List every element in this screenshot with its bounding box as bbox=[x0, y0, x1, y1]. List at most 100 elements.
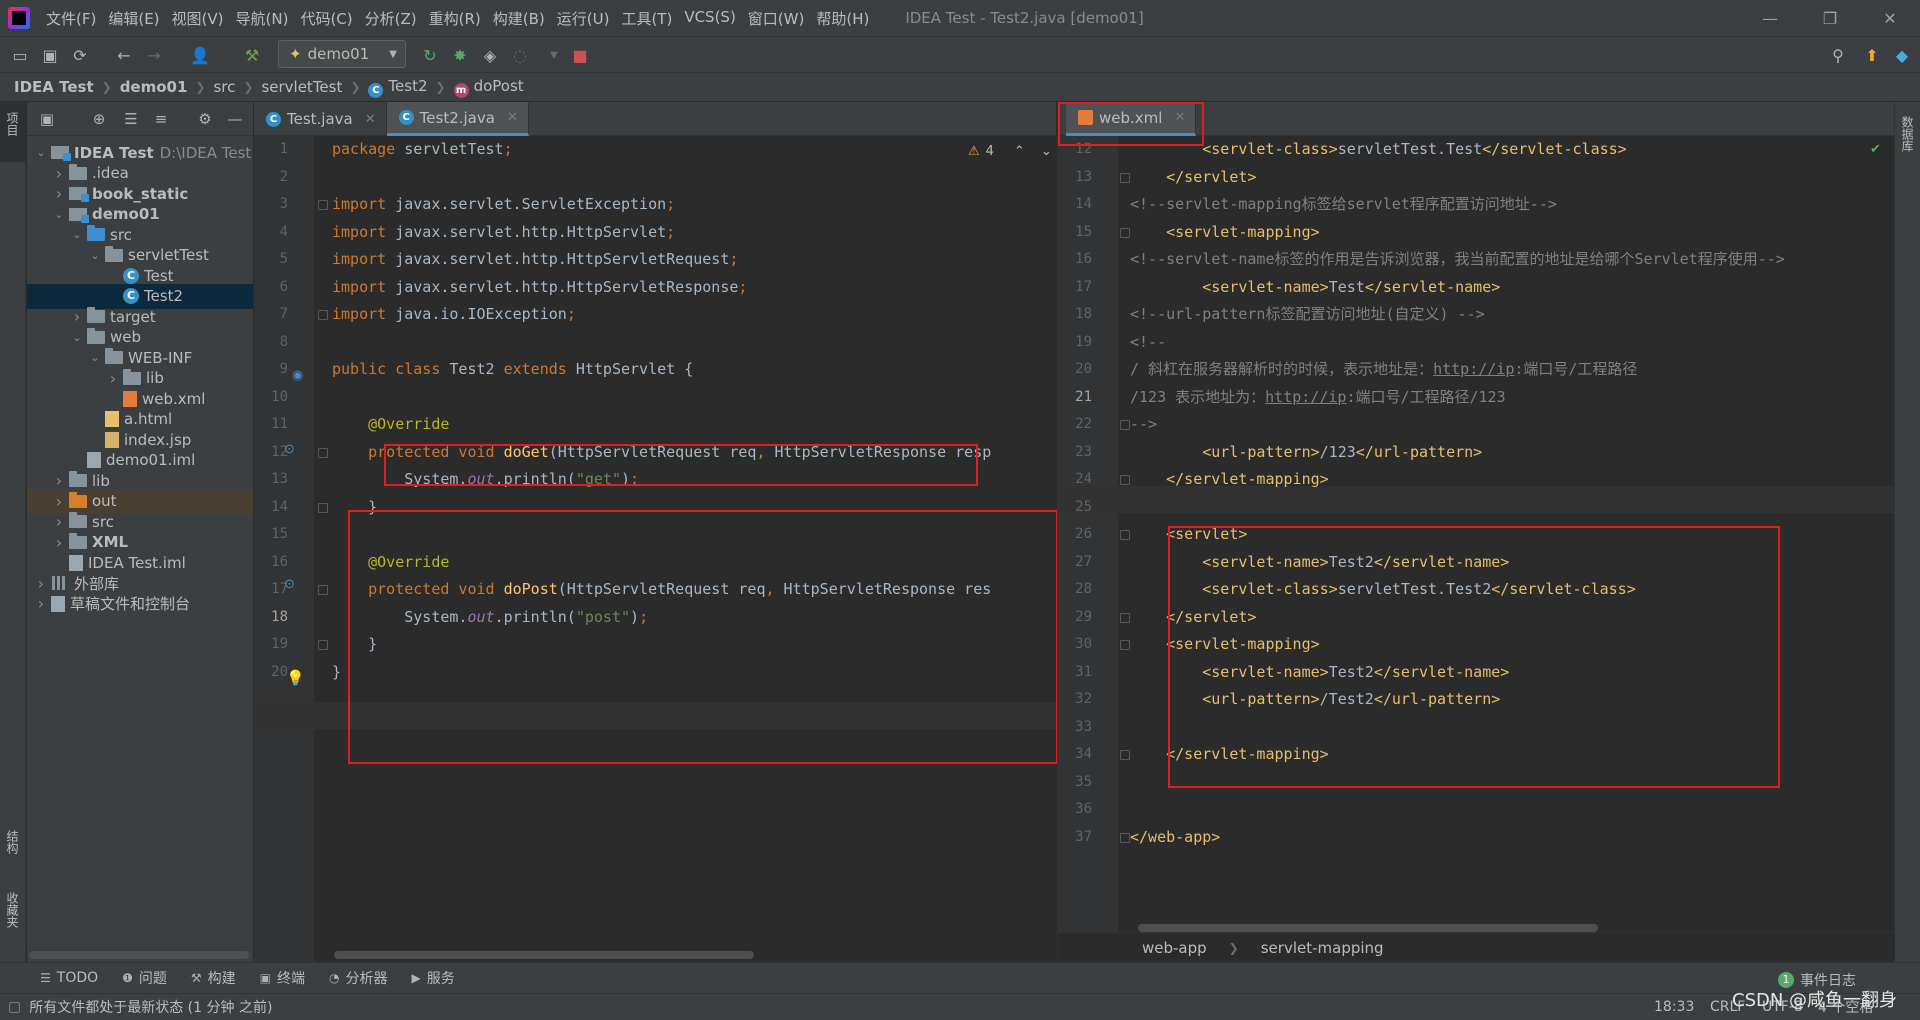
plugin-icon[interactable]: ◆ bbox=[1890, 43, 1914, 67]
collapsed-chevron-icon[interactable]: › bbox=[51, 184, 67, 203]
search-everywhere-icon[interactable]: ⚲ bbox=[1826, 43, 1850, 67]
menu-item[interactable]: 帮助(H) bbox=[810, 8, 875, 29]
fold-marker-icon[interactable] bbox=[1120, 227, 1130, 238]
coverage-icon[interactable]: ◈ bbox=[478, 43, 502, 67]
inspection-widget[interactable]: ⚠ 4 ⌃ ⌄ bbox=[968, 144, 1052, 159]
gear-icon[interactable]: ⚙ bbox=[195, 109, 215, 129]
collapsed-chevron-icon[interactable]: › bbox=[51, 492, 67, 511]
tree-scrollbar[interactable] bbox=[29, 951, 249, 959]
collapsed-chevron-icon[interactable]: › bbox=[33, 574, 49, 593]
menu-item[interactable]: 构建(B) bbox=[487, 8, 551, 29]
editor-tab[interactable]: C Test2.java ✕ bbox=[386, 102, 529, 136]
collapse-all-icon[interactable]: ≡ bbox=[151, 109, 171, 129]
close-icon[interactable]: ✕ bbox=[1860, 0, 1920, 36]
menu-item[interactable]: 工具(T) bbox=[615, 8, 678, 29]
sync-icon[interactable]: ⟳ bbox=[68, 43, 92, 67]
expanded-chevron-icon[interactable]: ⌄ bbox=[87, 351, 103, 364]
expanded-chevron-icon[interactable]: ⌄ bbox=[87, 249, 103, 262]
menu-item[interactable]: 窗口(W) bbox=[742, 8, 811, 29]
vcs-user-icon[interactable]: 👤 bbox=[188, 43, 212, 67]
rerun-icon[interactable]: ↻ bbox=[418, 43, 442, 67]
run-configuration-select[interactable]: ✦ demo01 ▼ bbox=[278, 40, 406, 68]
close-tab-icon[interactable]: ✕ bbox=[507, 110, 518, 125]
expanded-chevron-icon[interactable]: ⌄ bbox=[51, 208, 67, 221]
minimize-icon[interactable]: — bbox=[1740, 0, 1800, 36]
save-icon[interactable]: ▣ bbox=[38, 43, 62, 67]
fold-marker-icon[interactable] bbox=[1120, 612, 1130, 623]
project-tool-tab[interactable]: 项目 bbox=[0, 102, 25, 162]
profile-icon[interactable]: ◌ bbox=[508, 43, 532, 67]
fold-marker-icon[interactable] bbox=[318, 200, 328, 210]
bottom-tool-4[interactable]: ◔ 分析器 bbox=[317, 968, 399, 988]
web-servlet-gutter-icon[interactable]: ◉ bbox=[292, 368, 303, 383]
menu-item[interactable]: 分析(Z) bbox=[359, 8, 423, 29]
breadcrumb-item[interactable]: demo01 bbox=[120, 78, 188, 96]
collapsed-chevron-icon[interactable]: › bbox=[51, 471, 67, 490]
bottom-tool-3[interactable]: ▣ 终端 bbox=[248, 968, 317, 988]
stop-icon[interactable]: ■ bbox=[568, 43, 592, 67]
fold-marker-icon[interactable] bbox=[1120, 475, 1130, 485]
collapsed-chevron-icon[interactable]: › bbox=[51, 164, 67, 183]
collapsed-chevron-icon[interactable]: › bbox=[51, 533, 67, 552]
prev-highlight-icon[interactable]: ⌃ bbox=[1014, 144, 1025, 159]
editor-h-scrollbar[interactable] bbox=[1138, 924, 1598, 932]
expanded-chevron-icon[interactable]: ⌄ bbox=[33, 146, 49, 159]
breadcrumb-item[interactable]: src bbox=[213, 78, 235, 96]
tree-item[interactable]: › 草稿文件和控制台 bbox=[27, 591, 253, 616]
back-icon[interactable]: ← bbox=[112, 43, 136, 67]
breadcrumb-item[interactable]: m doPost bbox=[453, 77, 524, 98]
menu-item[interactable]: 导航(N) bbox=[230, 8, 295, 29]
restore-icon[interactable]: ❐ bbox=[1800, 0, 1860, 36]
close-tab-icon[interactable]: ✕ bbox=[365, 112, 376, 127]
intention-bulb-icon[interactable]: 💡 bbox=[286, 669, 305, 687]
bottom-tool-5[interactable]: ▶ 服务 bbox=[400, 968, 467, 988]
expanded-chevron-icon[interactable]: ⌄ bbox=[69, 331, 85, 344]
menu-item[interactable]: 文件(F) bbox=[40, 8, 102, 29]
menu-item[interactable]: 重构(R) bbox=[423, 8, 487, 29]
menu-item[interactable]: 运行(U) bbox=[551, 8, 616, 29]
editor-h-scrollbar[interactable] bbox=[334, 951, 754, 959]
favorites-tool-label[interactable]: 收藏夹 bbox=[4, 892, 21, 928]
forward-icon[interactable]: → bbox=[142, 43, 166, 67]
bottom-tool-1[interactable]: ❶ 问题 bbox=[110, 968, 179, 988]
update-icon[interactable]: ⬆ bbox=[1860, 43, 1884, 67]
next-highlight-icon[interactable]: ⌄ bbox=[1041, 144, 1052, 159]
fold-marker-icon[interactable] bbox=[318, 640, 328, 650]
xml-breadcrumb-item[interactable]: web-app bbox=[1142, 939, 1207, 957]
breadcrumb-item[interactable]: servletTest bbox=[261, 78, 342, 96]
expand-all-icon[interactable]: ☰ bbox=[121, 109, 141, 129]
hide-icon[interactable]: — bbox=[225, 109, 245, 129]
fold-marker-icon[interactable] bbox=[1120, 832, 1130, 843]
collapsed-chevron-icon[interactable]: › bbox=[69, 307, 85, 326]
build-hammer-icon[interactable]: ⚒ bbox=[240, 43, 264, 67]
collapsed-chevron-icon[interactable]: › bbox=[105, 369, 121, 388]
override-gutter-icon[interactable]: ⊙ bbox=[284, 577, 295, 592]
open-folder-icon[interactable]: ▭ bbox=[8, 43, 32, 67]
project-view-icon[interactable]: ▣ bbox=[37, 109, 57, 129]
editor-tab[interactable]: C Test.java ✕ bbox=[254, 102, 387, 136]
menu-item[interactable]: 代码(C) bbox=[294, 8, 358, 29]
fold-marker-icon[interactable] bbox=[1120, 420, 1130, 430]
collapsed-chevron-icon[interactable]: › bbox=[51, 512, 67, 531]
caret-position[interactable]: 18:33 bbox=[1654, 999, 1694, 1015]
xml-breadcrumb-item[interactable]: servlet-mapping bbox=[1261, 939, 1384, 957]
collapsed-chevron-icon[interactable]: › bbox=[33, 594, 49, 613]
debug-bug-icon[interactable]: ✸ bbox=[448, 43, 472, 67]
menu-item[interactable]: VCS(S) bbox=[678, 8, 741, 29]
fold-marker-icon[interactable] bbox=[1120, 640, 1130, 650]
fold-marker-icon[interactable] bbox=[1120, 750, 1130, 760]
database-tool-label[interactable]: 数据库 bbox=[1899, 116, 1916, 152]
fold-marker-icon[interactable] bbox=[318, 447, 328, 458]
breadcrumb-item[interactable]: C Test2 bbox=[368, 77, 428, 98]
fold-marker-icon[interactable] bbox=[318, 585, 328, 595]
bottom-tool-2[interactable]: ⚒ 构建 bbox=[179, 968, 248, 988]
bottom-tool-0[interactable]: ☰ TODO bbox=[0, 970, 110, 986]
structure-tool-label[interactable]: 结构 bbox=[4, 830, 21, 854]
locate-icon[interactable]: ⊕ bbox=[89, 109, 109, 129]
override-gutter-icon[interactable]: ⊙ bbox=[284, 442, 295, 457]
expanded-chevron-icon[interactable]: ⌄ bbox=[69, 228, 85, 241]
more-run-chevron-icon[interactable]: ▼ bbox=[542, 43, 566, 67]
menu-item[interactable]: 视图(V) bbox=[166, 8, 230, 29]
breadcrumb-item[interactable]: IDEA Test bbox=[14, 78, 94, 96]
fold-marker-icon[interactable] bbox=[318, 310, 328, 320]
